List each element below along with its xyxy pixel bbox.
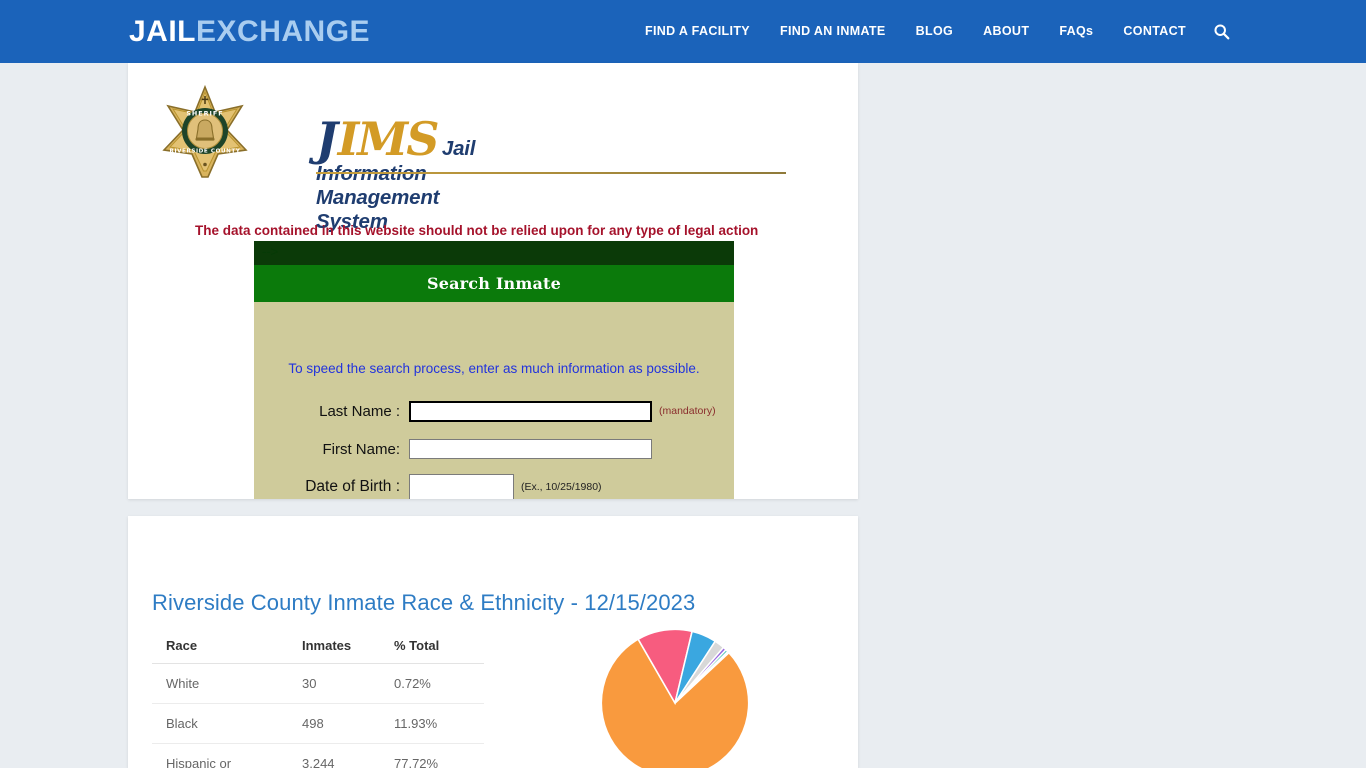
top-navigation-bar: JAILEXCHANGE FIND A FACILITY FIND AN INM… <box>0 0 1366 63</box>
inmate-search-card: SHERIFF RIVERSIDE COUNTY JIMS Jail Infor… <box>128 63 858 499</box>
jims-logo-j: J <box>316 112 338 166</box>
search-inmate-title: Search Inmate <box>254 265 734 302</box>
cell-inmates: 3,244 <box>302 743 394 768</box>
race-ethnicity-card: Riverside County Inmate Race & Ethnicity… <box>128 516 858 768</box>
date-of-birth-row: Date of Birth : (Ex., 10/25/1980) <box>254 474 734 499</box>
nav-about[interactable]: ABOUT <box>968 0 1044 63</box>
table-header-row: Race Inmates % Total <box>152 632 484 664</box>
first-name-input[interactable] <box>409 439 652 459</box>
jims-logo: JIMS Jail Information Management System <box>316 116 475 234</box>
last-name-input[interactable] <box>409 400 652 422</box>
last-name-label: Last Name : <box>319 402 400 420</box>
search-icon[interactable] <box>1201 0 1241 63</box>
jims-logo-ims: IMS <box>337 112 440 166</box>
table-row: Black 498 11.93% <box>152 703 484 744</box>
column-header-race: Race <box>152 632 302 664</box>
last-name-row: Last Name : (mandatory) <box>254 400 734 422</box>
date-of-birth-input[interactable] <box>409 474 514 499</box>
cell-pct: 77.72% <box>394 743 484 768</box>
date-of-birth-example-note: (Ex., 10/25/1980) <box>521 481 602 493</box>
brand-secondary: EXCHANGE <box>196 15 371 48</box>
race-ethnicity-pie-chart <box>560 628 790 768</box>
svg-text:SHERIFF: SHERIFF <box>186 110 223 118</box>
site-logo[interactable]: JAILEXCHANGE <box>129 17 370 47</box>
cell-pct: 0.72% <box>394 663 484 704</box>
column-header-inmates: Inmates <box>302 632 394 664</box>
svg-text:RIVERSIDE COUNTY: RIVERSIDE COUNTY <box>170 149 241 155</box>
column-header-pct: % Total <box>394 632 484 664</box>
table-row: White 30 0.72% <box>152 663 484 704</box>
nav-faqs[interactable]: FAQs <box>1044 0 1108 63</box>
nav-find-an-inmate[interactable]: FIND AN INMATE <box>765 0 901 63</box>
frame-artifact-text: --> <box>254 241 734 265</box>
table-row: Hispanic or 3,244 77.72% <box>152 743 484 768</box>
cell-race: White <box>152 663 302 704</box>
race-ethnicity-table: Race Inmates % Total White 30 0.72% Blac… <box>152 632 484 768</box>
brand-primary: JAIL <box>129 15 197 48</box>
nav-contact[interactable]: CONTACT <box>1108 0 1201 63</box>
nav-blog[interactable]: BLOG <box>901 0 969 63</box>
pie-svg <box>600 628 750 768</box>
nav-find-a-facility[interactable]: FIND A FACILITY <box>630 0 765 63</box>
date-of-birth-label: Date of Birth : <box>305 478 400 495</box>
search-inmate-form: To speed the search process, enter as mu… <box>254 302 734 499</box>
jims-divider-rule <box>316 172 786 174</box>
cell-inmates: 498 <box>302 703 394 744</box>
cell-pct: 11.93% <box>394 703 484 744</box>
cell-race: Black <box>152 703 302 744</box>
cell-race: Hispanic or <box>152 743 302 768</box>
main-nav: FIND A FACILITY FIND AN INMATE BLOG ABOU… <box>630 0 1241 63</box>
search-inmate-frame: --> Search Inmate To speed the search pr… <box>254 241 734 499</box>
last-name-mandatory-note: (mandatory) <box>659 405 716 417</box>
page-title: Riverside County Inmate Race & Ethnicity… <box>152 590 696 615</box>
search-hint-text: To speed the search process, enter as mu… <box>288 361 700 376</box>
legal-disclaimer-text: The data contained in this website shoul… <box>195 223 759 238</box>
first-name-row: First Name: <box>254 438 734 460</box>
sheriff-star-badge-icon: SHERIFF RIVERSIDE COUNTY <box>161 84 249 180</box>
cell-inmates: 30 <box>302 663 394 704</box>
first-name-label: First Name: <box>322 440 400 458</box>
